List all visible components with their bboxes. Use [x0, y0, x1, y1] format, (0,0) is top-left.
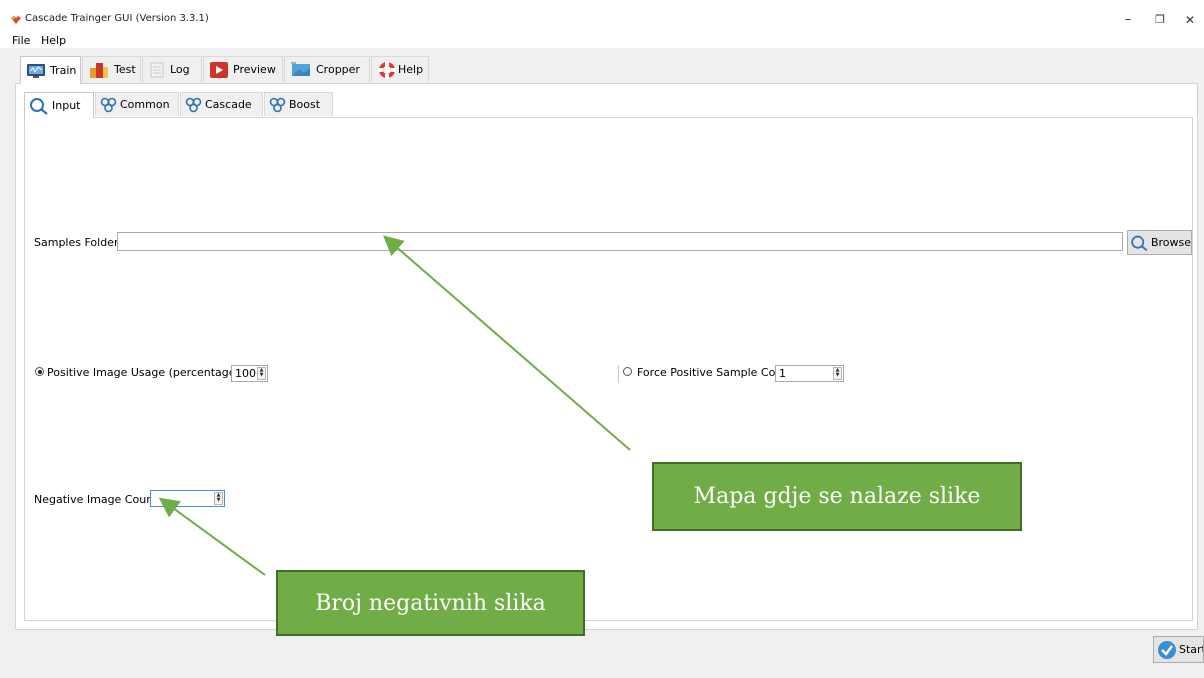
window-title: Cascade Trainger GUI (Version 3.3.1)	[25, 13, 209, 24]
spin-arrows-icon[interactable]: ▲ ▼	[257, 367, 266, 380]
tab-log-label: Log	[170, 63, 190, 76]
positive-usage-label: Positive Image Usage (percentage) :	[47, 366, 248, 379]
negative-count-spinbox[interactable]: ▲ ▼	[150, 490, 225, 507]
tab-preview[interactable]: Preview	[203, 56, 283, 82]
tab-cascade-label: Cascade	[205, 98, 252, 111]
force-positive-value: 1	[779, 367, 786, 380]
tab-preview-label: Preview	[233, 63, 276, 76]
menu-help[interactable]: Help	[41, 34, 66, 48]
negative-callout: Broj negativnih slika	[276, 570, 585, 636]
check-circle-icon	[1158, 640, 1176, 659]
close-button[interactable]: ✕	[1180, 12, 1200, 28]
folder-callout-text: Mapa gdje se nalaze slike	[693, 484, 981, 509]
app-icon	[11, 16, 21, 24]
tab-train-label: Train	[50, 64, 77, 77]
play-icon	[210, 61, 228, 78]
tab-train[interactable]: Train	[20, 56, 81, 84]
tab-common[interactable]: Common	[95, 92, 179, 116]
divider	[618, 365, 619, 383]
force-positive-radio[interactable]	[623, 367, 632, 376]
gears-icon	[100, 97, 117, 112]
maximize-button[interactable]: ❐	[1150, 12, 1170, 28]
tab-boost[interactable]: Boost	[264, 92, 333, 116]
menu-bar: File Help	[0, 34, 1204, 48]
samples-folder-label: Samples Folder :	[34, 236, 126, 249]
tab-cropper[interactable]: Cropper	[284, 56, 370, 82]
gears-icon	[185, 97, 202, 112]
tab-log[interactable]: Log	[142, 56, 202, 82]
spin-arrows-icon[interactable]: ▲ ▼	[833, 367, 842, 380]
tab-cropper-label: Cropper	[316, 63, 360, 76]
spin-arrows-icon[interactable]: ▲ ▼	[214, 492, 223, 505]
lifebuoy-icon	[378, 60, 396, 79]
negative-count-label: Negative Image Count :	[34, 493, 165, 506]
start-button[interactable]: Start	[1153, 636, 1204, 663]
positive-usage-radio[interactable]	[35, 367, 44, 376]
document-icon	[150, 62, 164, 77]
search-icon	[30, 97, 48, 115]
tab-boost-label: Boost	[289, 98, 321, 111]
browse-button-label: Browse	[1150, 236, 1191, 249]
negative-callout-text: Broj negativnih slika	[315, 590, 546, 616]
tab-test-label: Test	[114, 63, 136, 76]
browse-button[interactable]: Browse	[1127, 230, 1192, 255]
search-icon	[1131, 235, 1148, 251]
tab-input-label: Input	[52, 99, 81, 112]
tab-help-label: Help	[398, 63, 424, 76]
force-positive-spinbox[interactable]: 1 ▲ ▼	[775, 365, 844, 382]
positive-usage-spinbox[interactable]: 100 ▲ ▼	[231, 365, 268, 382]
blocks-icon	[90, 62, 108, 78]
minimize-button[interactable]: –	[1118, 12, 1138, 28]
tab-cascade[interactable]: Cascade	[180, 92, 263, 116]
folder-callout: Mapa gdje se nalaze slike	[652, 462, 1022, 531]
positive-usage-value: 100	[235, 367, 256, 380]
tab-help[interactable]: Help	[371, 56, 429, 82]
tab-common-label: Common	[120, 98, 170, 111]
gears-icon	[269, 97, 286, 112]
monitor-icon	[27, 63, 45, 78]
start-button-label: Start	[1179, 643, 1204, 656]
title-bar: Cascade Trainger GUI (Version 3.3.1) – ❐…	[0, 0, 1204, 34]
samples-folder-input[interactable]	[117, 232, 1123, 251]
menu-file[interactable]: File	[12, 34, 30, 48]
crop-image-icon	[291, 62, 310, 76]
tab-test[interactable]: Test	[82, 56, 141, 82]
tab-input[interactable]: Input	[24, 92, 94, 118]
